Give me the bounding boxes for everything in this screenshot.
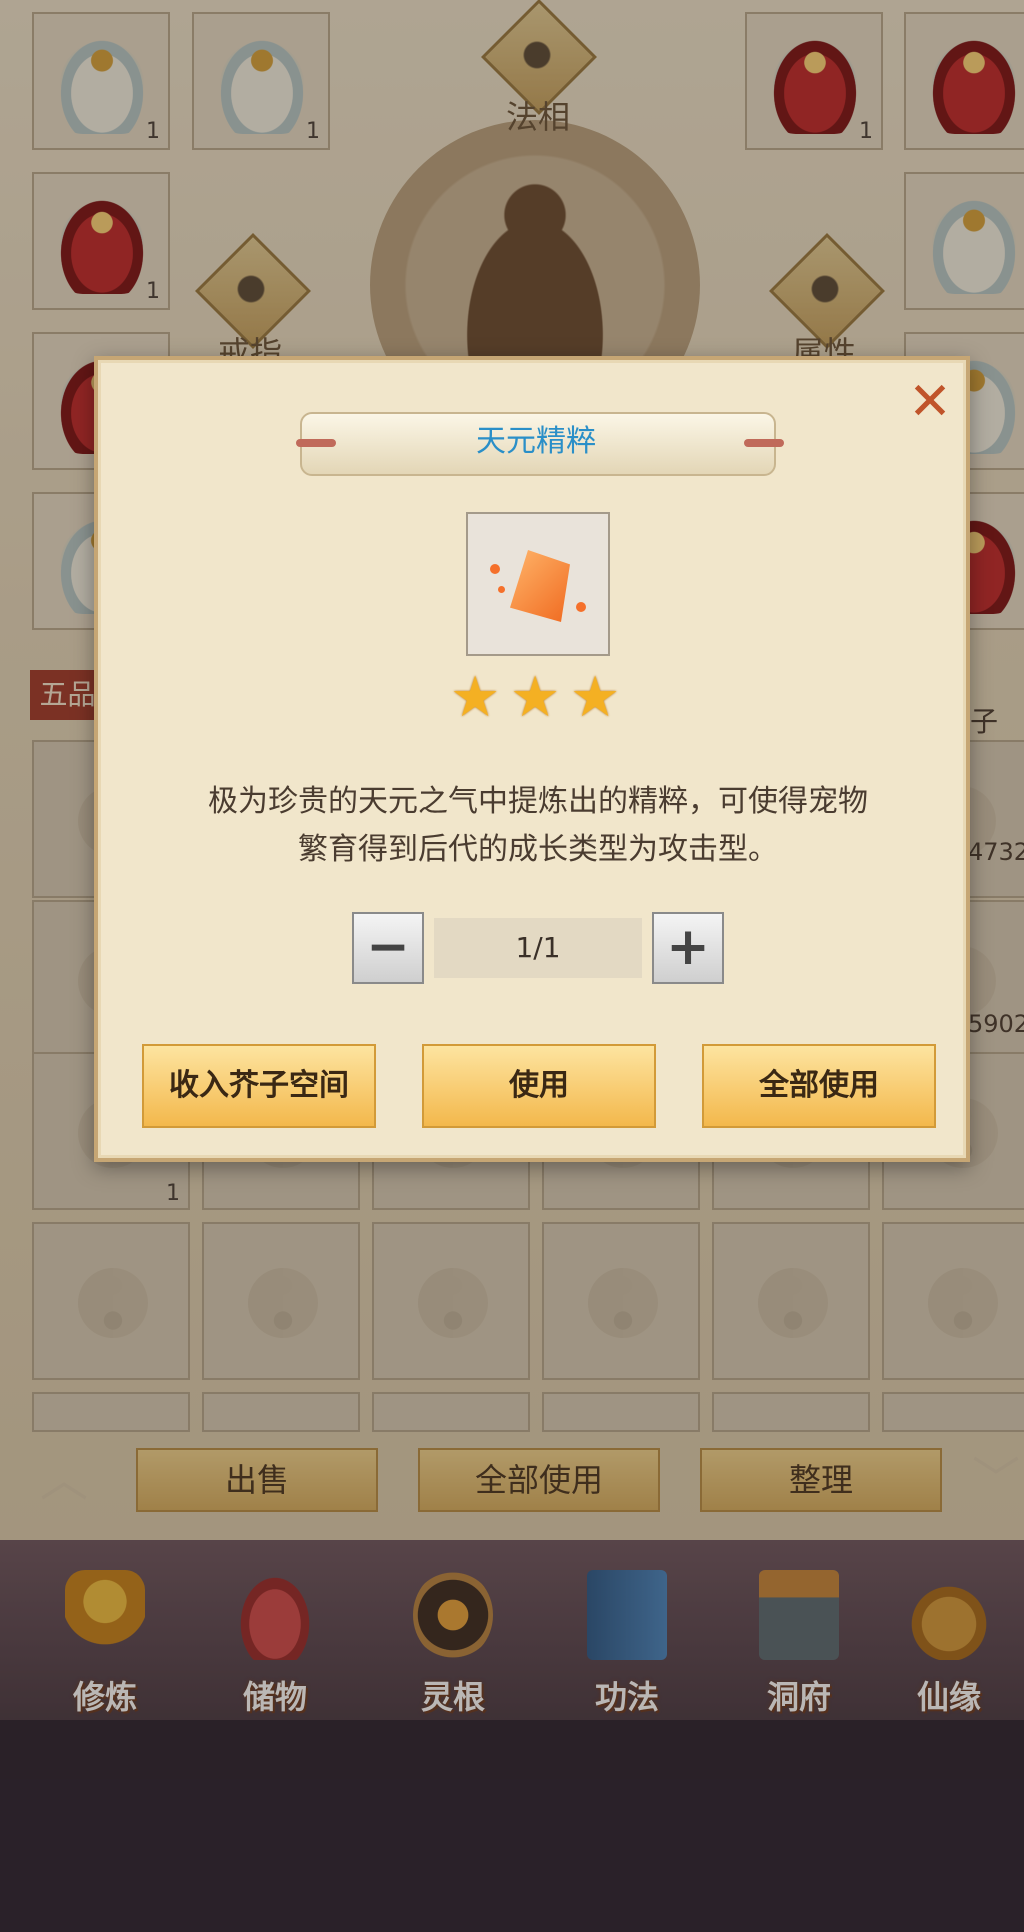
use-all-button[interactable]: 全部使用	[702, 1044, 936, 1128]
game-screen: 1 1 1 1 法相 戒指 属性 五品 子空 4732	[0, 0, 1024, 1932]
close-icon[interactable]: ✕	[900, 372, 960, 432]
quantity-minus-button[interactable]: −	[352, 912, 424, 984]
spark-particle	[490, 564, 500, 574]
essence-crystal-icon	[510, 550, 570, 622]
item-description: 极为珍贵的天元之气中提炼出的精粹，可使得宠物 繁育得到后代的成长类型为攻击型。	[140, 778, 936, 874]
spark-particle	[576, 602, 586, 612]
description-line-2: 繁育得到后代的成长类型为攻击型。	[298, 832, 778, 867]
star-icon: ★	[570, 665, 621, 730]
quantity-display[interactable]: 1/1	[434, 918, 642, 978]
spark-particle	[498, 586, 505, 593]
item-icon-frame	[466, 512, 610, 656]
item-title: 天元精粹	[476, 424, 596, 459]
description-line-1: 极为珍贵的天元之气中提炼出的精粹，可使得宠物	[208, 784, 868, 819]
item-detail-dialog	[94, 356, 970, 1162]
quantity-plus-button[interactable]: +	[652, 912, 724, 984]
star-icon: ★	[450, 665, 501, 730]
star-icon: ★	[510, 665, 561, 730]
store-to-space-button[interactable]: 收入芥子空间	[142, 1044, 376, 1128]
use-button[interactable]: 使用	[422, 1044, 656, 1128]
